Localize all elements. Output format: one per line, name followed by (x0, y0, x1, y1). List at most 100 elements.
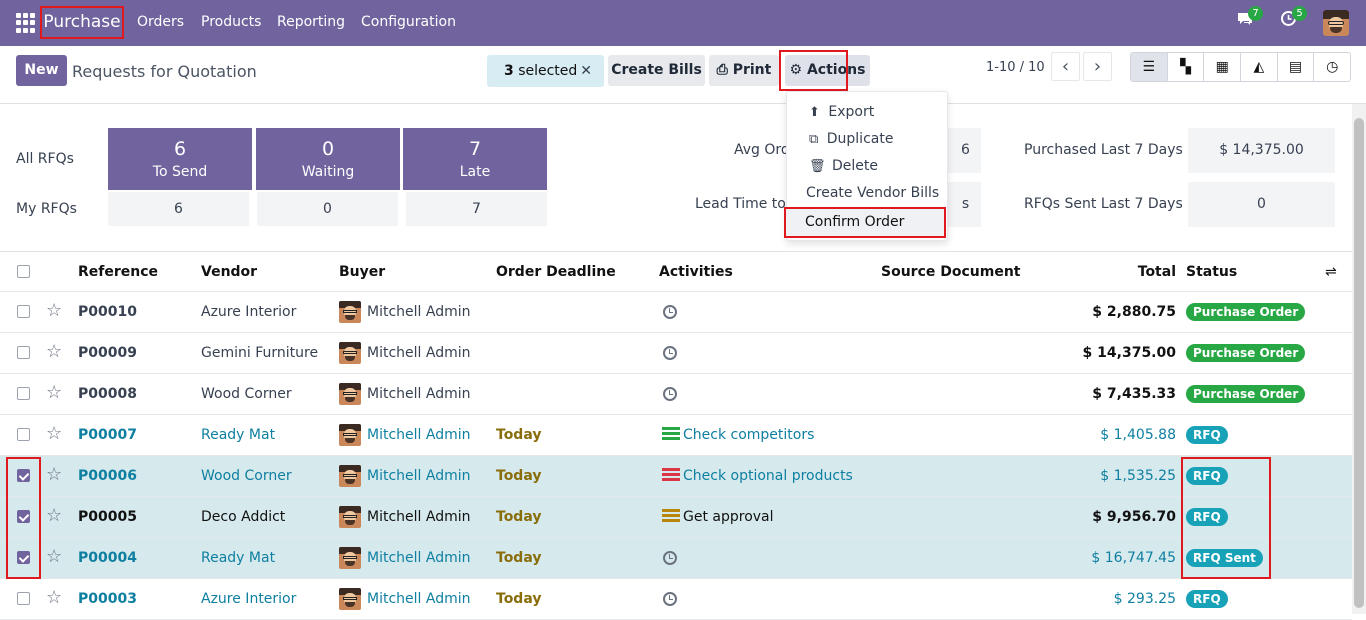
kanban-view-icon[interactable]: ▚ (1168, 53, 1205, 81)
row-buyer: Mitchell Admin (367, 509, 471, 525)
messages-systray[interactable]: 7 (1236, 6, 1263, 30)
app-brand[interactable]: Purchase (40, 6, 124, 39)
star-icon[interactable]: ☆ (46, 456, 62, 494)
buyer-avatar (339, 424, 361, 446)
row-checkbox[interactable] (17, 387, 30, 400)
header-order-deadline[interactable]: Order Deadline (496, 252, 616, 291)
row-activity[interactable]: Get approval (683, 497, 774, 537)
print-icon: ⎙ (716, 62, 728, 78)
tile-count: 6 (173, 138, 187, 160)
table-row[interactable]: ☆ P00005 Deco Addict Mitchell Admin Toda… (0, 497, 1352, 538)
my-waiting[interactable]: 0 (257, 192, 398, 226)
star-icon[interactable]: ☆ (46, 579, 62, 617)
tile-to-send[interactable]: 6 To Send (108, 128, 252, 190)
print-button[interactable]: ⎙ Print (709, 55, 779, 86)
dropdown-create-vendor-bills[interactable]: Create Vendor Bills (787, 185, 947, 201)
pager-value[interactable]: 1-10 / 10 (986, 60, 1045, 75)
activity-clock-icon[interactable] (663, 305, 677, 319)
print-label: Print (732, 62, 772, 78)
rfqs-sent-last-7-label: RFQs Sent Last 7 Days (1024, 196, 1183, 212)
table-header: Reference Vendor Buyer Order Deadline Ac… (0, 252, 1352, 292)
my-to-send[interactable]: 6 (108, 192, 249, 226)
activity-clock-icon[interactable] (663, 346, 677, 360)
status-badge: Purchase Order (1186, 344, 1306, 362)
row-vendor: Gemini Furniture (201, 345, 319, 361)
activity-clock-icon[interactable] (663, 387, 677, 401)
table-row[interactable]: ☆ P00006 Wood Corner Mitchell Admin Toda… (0, 456, 1352, 497)
activity-red-icon[interactable] (662, 468, 680, 482)
row-checkbox[interactable] (17, 305, 30, 318)
select-all-checkbox[interactable] (17, 265, 30, 278)
header-buyer[interactable]: Buyer (339, 252, 385, 291)
activity-view-icon[interactable]: ◷ (1314, 53, 1350, 81)
row-buyer: Mitchell Admin (367, 304, 471, 320)
table-row[interactable]: ☆ P00009 Gemini Furniture Mitchell Admin… (0, 333, 1352, 374)
scrollbar-thumb[interactable] (1354, 118, 1364, 608)
row-vendor: Wood Corner (201, 468, 292, 484)
table-row[interactable]: ☆ P00004 Ready Mat Mitchell Admin Today … (0, 538, 1352, 579)
table-row[interactable]: ☆ P00008 Wood Corner Mitchell Admin $ 7,… (0, 374, 1352, 415)
row-checkbox[interactable] (17, 592, 30, 605)
my-late[interactable]: 7 (406, 192, 547, 226)
user-avatar[interactable] (1323, 10, 1349, 36)
row-vendor: Ready Mat (201, 427, 276, 443)
menu-reporting[interactable]: Reporting (277, 14, 345, 30)
row-reference: P00005 (78, 509, 137, 525)
star-icon[interactable]: ☆ (46, 374, 62, 412)
breadcrumb-title: Requests for Quotation (72, 62, 257, 81)
unselect-all-icon[interactable]: ✕ (580, 55, 592, 87)
dropdown-duplicate[interactable]: ⧉ Duplicate (787, 131, 947, 147)
row-total: $ 2,880.75 (1092, 304, 1176, 320)
dropdown-confirm-order[interactable]: Confirm Order (784, 207, 946, 238)
buyer-avatar (339, 547, 361, 569)
header-source-document[interactable]: Source Document (881, 252, 1021, 291)
activity-yellow-icon[interactable] (662, 509, 680, 523)
row-activity[interactable]: Check optional products (683, 456, 853, 496)
status-badge: Purchase Order (1186, 385, 1306, 403)
header-total[interactable]: Total (1138, 252, 1176, 291)
menu-products[interactable]: Products (201, 14, 261, 30)
pager-previous-button[interactable]: ‹ (1051, 52, 1080, 81)
selected-label: selected (518, 63, 578, 79)
header-reference[interactable]: Reference (78, 252, 158, 291)
menu-orders[interactable]: Orders (137, 14, 184, 30)
row-activity[interactable]: Check competitors (683, 415, 814, 455)
activities-badge: 5 (1292, 6, 1307, 21)
star-icon[interactable]: ☆ (46, 415, 62, 453)
star-icon[interactable]: ☆ (46, 333, 62, 371)
pager-next-button[interactable]: › (1083, 52, 1112, 81)
row-buyer: Mitchell Admin (367, 468, 471, 484)
activity-clock-icon[interactable] (663, 551, 677, 565)
row-checkbox[interactable] (17, 428, 30, 441)
pivot-view-icon[interactable]: ▦ (1204, 53, 1242, 81)
graph-view-icon[interactable]: ◭ (1241, 53, 1278, 81)
row-checkbox[interactable] (17, 346, 30, 359)
dropdown-export[interactable]: ⬆ Export (787, 104, 947, 120)
new-button[interactable]: New (16, 55, 67, 86)
activity-green-icon[interactable] (662, 427, 680, 441)
tile-late[interactable]: 7 Late (403, 128, 547, 190)
calendar-view-icon[interactable]: ▤ (1278, 53, 1315, 81)
star-icon[interactable]: ☆ (46, 538, 62, 576)
app-menu-icon[interactable] (16, 13, 36, 33)
table-row[interactable]: ☆ P00007 Ready Mat Mitchell Admin Today … (0, 415, 1352, 456)
star-icon[interactable]: ☆ (46, 292, 62, 330)
menu-configuration[interactable]: Configuration (361, 14, 456, 30)
optional-columns-icon[interactable]: ⇌ (1325, 252, 1337, 291)
list-view-icon[interactable]: ☰ (1131, 53, 1168, 81)
header-status[interactable]: Status (1186, 252, 1237, 291)
header-vendor[interactable]: Vendor (201, 252, 257, 291)
header-activities[interactable]: Activities (659, 252, 733, 291)
row-buyer: Mitchell Admin (367, 427, 471, 443)
vertical-scrollbar[interactable] (1352, 104, 1366, 614)
activities-systray[interactable]: 5 (1280, 6, 1307, 30)
activity-clock-icon[interactable] (663, 592, 677, 606)
dropdown-delete[interactable]: 🗑 Delete (787, 158, 947, 174)
create-bills-button[interactable]: Create Bills (608, 55, 705, 86)
tile-waiting[interactable]: 0 Waiting (256, 128, 400, 190)
row-buyer: Mitchell Admin (367, 386, 471, 402)
all-rfqs-label: All RFQs (16, 151, 74, 167)
star-icon[interactable]: ☆ (46, 497, 62, 535)
selected-count: 3 (504, 63, 514, 79)
table-row[interactable]: ☆ P00010 Azure Interior Mitchell Admin $… (0, 292, 1352, 333)
